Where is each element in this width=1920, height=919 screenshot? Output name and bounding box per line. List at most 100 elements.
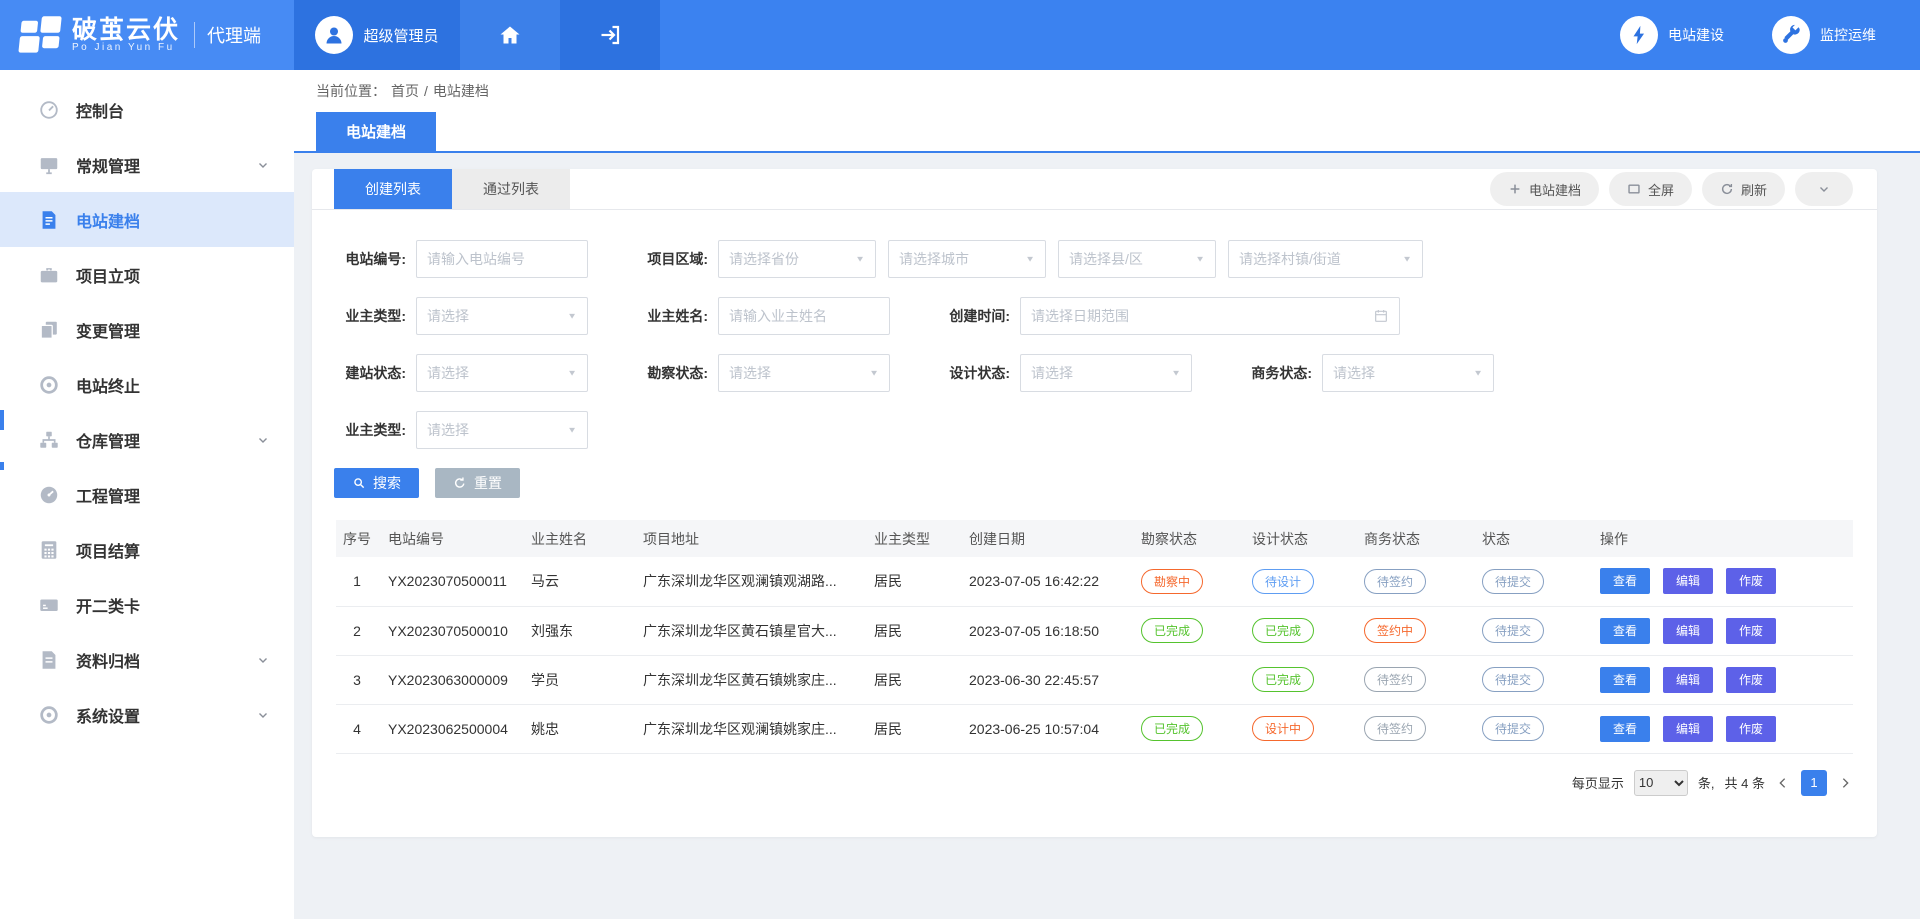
sidebar-item-11[interactable]: 系统设置	[0, 687, 294, 742]
owner-name-input[interactable]	[718, 297, 890, 335]
list-card: 创建列表 通过列表 电站建档 全屏 刷新	[312, 169, 1877, 837]
void-button[interactable]: 作废	[1726, 667, 1776, 693]
create-time-range-input[interactable]: 请选择日期范围	[1020, 297, 1400, 335]
sidebar-item-label: 常规管理	[76, 153, 140, 177]
edit-button[interactable]: 编辑	[1663, 716, 1713, 742]
fullscreen-button[interactable]: 全屏	[1609, 172, 1692, 206]
owner-type2-select[interactable]: 请选择▼	[416, 411, 588, 449]
city-select[interactable]: 请选择城市▼	[888, 240, 1046, 278]
cell-index: 1	[336, 557, 378, 606]
status-badge: 待提交	[1482, 716, 1544, 741]
filter-label: 项目区域:	[636, 249, 708, 269]
cell-survey-status	[1131, 655, 1242, 704]
per-page-select[interactable]: 10	[1634, 770, 1688, 796]
logout-button[interactable]	[560, 0, 660, 70]
sidebar-scrollbar[interactable]	[0, 410, 4, 430]
cell-owner-type: 居民	[864, 704, 959, 753]
chevron-down-icon: ▼	[1402, 255, 1412, 264]
app-header: 破茧云伏 Po Jian Yun Fu 代理端 超级管理员 电站建设监控运维	[0, 0, 1920, 70]
business-status-select[interactable]: 请选择▼	[1322, 354, 1494, 392]
user-menu[interactable]: 超级管理员	[294, 0, 460, 70]
breadcrumb-label: 当前位置：	[316, 81, 386, 101]
chevron-left-icon	[1775, 775, 1791, 791]
refresh-icon	[1720, 182, 1734, 196]
briefcase-icon	[38, 264, 60, 286]
sidebar-item-0[interactable]: 控制台	[0, 82, 294, 137]
cell-design-status: 待设计	[1242, 557, 1354, 606]
sidebar-item-9[interactable]: 开二类卡	[0, 577, 294, 632]
lightning-icon	[1620, 16, 1658, 54]
column-header: 勘察状态	[1131, 520, 1242, 557]
survey-status-select[interactable]: 请选择▼	[718, 354, 890, 392]
view-button[interactable]: 查看	[1600, 716, 1650, 742]
sidebar-item-1[interactable]: 常规管理	[0, 137, 294, 192]
status-badge: 签约中	[1364, 618, 1426, 643]
topbar: 当前位置： 首页 / 电站建档 电站建档	[294, 70, 1920, 153]
owner-type-select[interactable]: 请选择▼	[416, 297, 588, 335]
header-spacer	[660, 0, 1620, 70]
county-select[interactable]: 请选择县/区▼	[1058, 240, 1216, 278]
edit-button[interactable]: 编辑	[1663, 568, 1713, 594]
sidebar-item-3[interactable]: 项目立项	[0, 247, 294, 302]
void-button[interactable]: 作废	[1726, 618, 1776, 644]
sidebar-item-8[interactable]: 项目结算	[0, 522, 294, 577]
page-number[interactable]: 1	[1801, 770, 1827, 796]
province-select[interactable]: 请选择省份▼	[718, 240, 876, 278]
sidebar-item-2[interactable]: 电站建档	[0, 192, 294, 247]
filter-actions: 搜索 重置	[312, 468, 1877, 498]
cell-created: 2023-06-30 22:45:57	[959, 655, 1131, 704]
view-button[interactable]: 查看	[1600, 568, 1650, 594]
reset-icon	[453, 476, 467, 490]
design-status-select[interactable]: 请选择▼	[1020, 354, 1192, 392]
collapse-button[interactable]	[1795, 172, 1853, 206]
tab-create-list[interactable]: 创建列表	[334, 169, 452, 209]
cell-address: 广东深圳龙华区黄石镇星官大...	[633, 606, 864, 655]
void-button[interactable]: 作废	[1726, 568, 1776, 594]
sidebar-item-label: 资料归档	[76, 648, 140, 672]
column-header: 商务状态	[1354, 520, 1472, 557]
create-station-button[interactable]: 电站建档	[1490, 172, 1599, 206]
plus-icon	[1508, 182, 1522, 196]
page-tab-active[interactable]: 电站建档	[316, 112, 436, 151]
cell-address: 广东深圳龙华区观澜镇观湖路...	[633, 557, 864, 606]
view-button[interactable]: 查看	[1600, 667, 1650, 693]
home-button[interactable]	[460, 0, 560, 70]
next-page-button[interactable]	[1837, 775, 1853, 791]
sidebar-item-5[interactable]: 电站终止	[0, 357, 294, 412]
sidebar-scrollbar-fragment[interactable]	[0, 462, 4, 470]
edit-button[interactable]: 编辑	[1663, 618, 1713, 644]
breadcrumb-home-link[interactable]: 首页	[391, 81, 419, 101]
void-button[interactable]: 作废	[1726, 716, 1776, 742]
sidebar-item-label: 电站建档	[76, 208, 140, 232]
header-nav-1[interactable]: 监控运维	[1772, 16, 1876, 54]
user-name: 超级管理员	[363, 25, 438, 46]
build-status-select[interactable]: 请选择▼	[416, 354, 588, 392]
tab-passed-list[interactable]: 通过列表	[452, 169, 570, 209]
filter-label: 电站编号:	[334, 249, 406, 269]
toolbar: 电站建档 全屏 刷新	[1490, 172, 1853, 206]
table-row: 4YX2023062500004姚忠广东深圳龙华区观澜镇姚家庄...居民2023…	[336, 704, 1853, 753]
edit-button[interactable]: 编辑	[1663, 667, 1713, 693]
sidebar-item-6[interactable]: 仓库管理	[0, 412, 294, 467]
filter-label: 创建时间:	[938, 306, 1010, 326]
town-select[interactable]: 请选择村镇/街道▼	[1228, 240, 1423, 278]
chevron-down-icon: ▼	[567, 312, 577, 321]
cell-design-status: 设计中	[1242, 704, 1354, 753]
reset-button[interactable]: 重置	[435, 468, 520, 498]
prev-page-button[interactable]	[1775, 775, 1791, 791]
station-no-input[interactable]	[416, 240, 588, 278]
cell-owner-type: 居民	[864, 606, 959, 655]
sidebar-item-7[interactable]: 工程管理	[0, 467, 294, 522]
card-header: 创建列表 通过列表 电站建档 全屏 刷新	[312, 169, 1877, 210]
sidebar-item-10[interactable]: 资料归档	[0, 632, 294, 687]
sidebar-item-label: 工程管理	[76, 483, 140, 507]
view-button[interactable]: 查看	[1600, 618, 1650, 644]
search-button[interactable]: 搜索	[334, 468, 419, 498]
refresh-button[interactable]: 刷新	[1702, 172, 1785, 206]
sidebar-item-4[interactable]: 变更管理	[0, 302, 294, 357]
avatar	[315, 16, 353, 54]
target-icon	[38, 374, 60, 396]
status-badge: 已完成	[1141, 618, 1203, 643]
header-nav-0[interactable]: 电站建设	[1620, 16, 1724, 54]
chevron-down-icon: ▼	[567, 426, 577, 435]
